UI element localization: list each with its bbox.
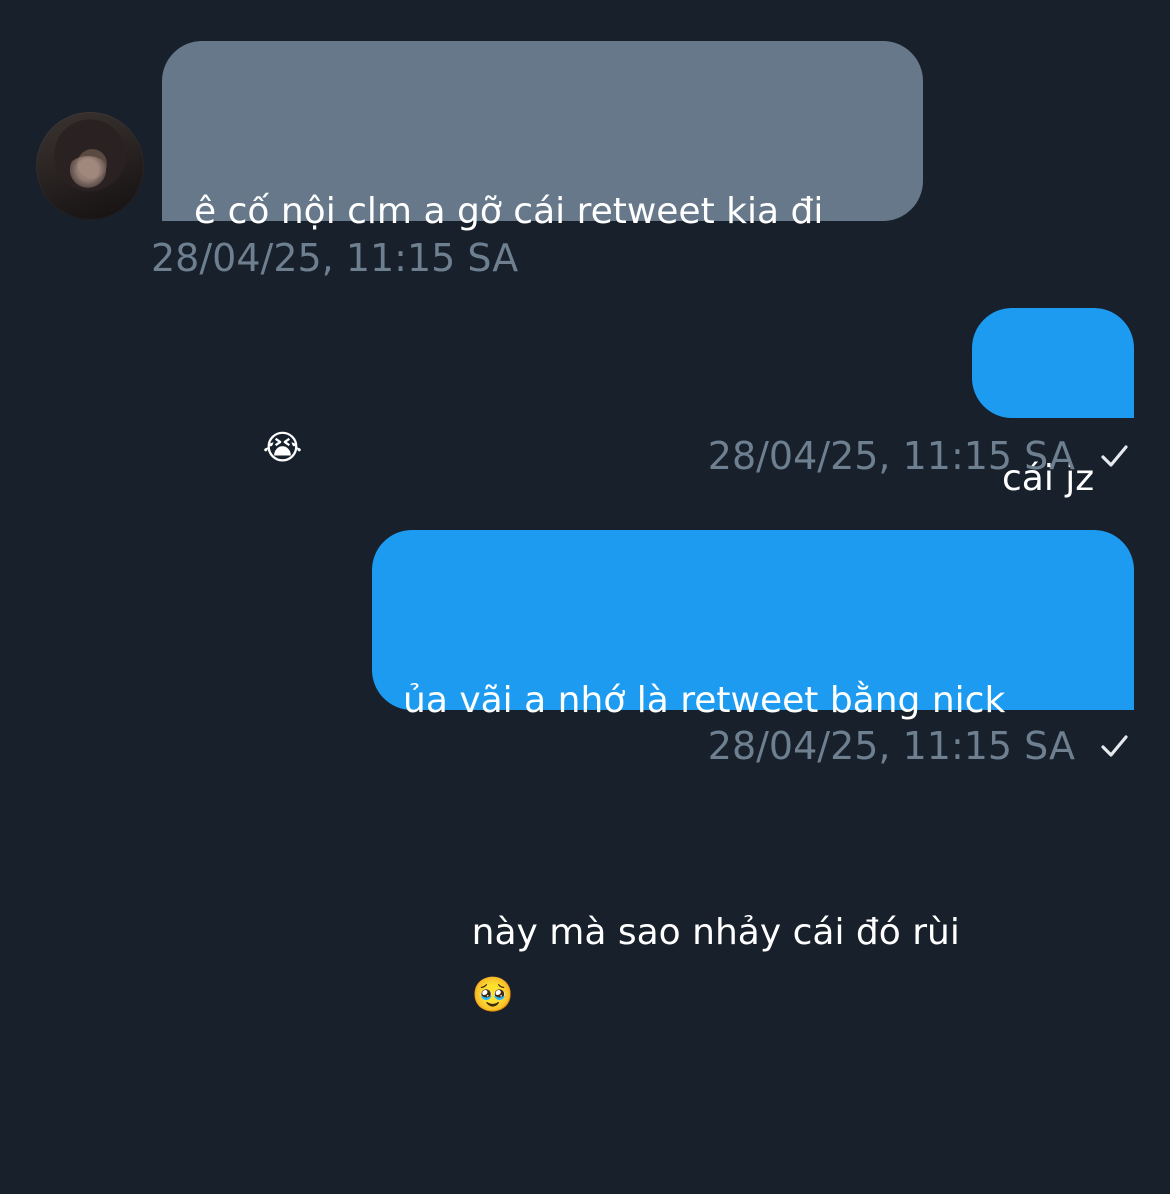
incoming-message-bubble[interactable]: ê cố nội clm a gỡ cái retweet kia đi 😭 xyxy=(162,41,923,465)
check-icon xyxy=(1101,445,1128,467)
pleading-face-icon: 🥹 xyxy=(471,975,515,1015)
message-text-line: này mà sao nhảy cái đó rùi xyxy=(471,912,960,953)
message-text-line: ủa vãi a nhớ là retweet bằng nick xyxy=(403,680,1006,721)
crying-face-icon: 😭 xyxy=(262,428,303,468)
message-timestamp: 28/04/25, 11:15 SA xyxy=(707,434,1075,478)
check-icon xyxy=(1101,735,1128,757)
message-timestamp: 28/04/25, 11:15 SA xyxy=(707,724,1075,768)
contact-avatar[interactable] xyxy=(36,112,144,220)
message-timestamp: 28/04/25, 11:15 SA xyxy=(151,236,519,280)
outgoing-message-bubble[interactable]: ủa vãi a nhớ là retweet bằng nick này mà… xyxy=(372,530,1134,1012)
message-text-line: ê cố nội clm a gỡ cái retweet kia đi xyxy=(194,191,824,232)
message-text-line-with-emoji: này mà sao nhảy cái đó rùi 🥹 xyxy=(403,846,1104,1078)
outgoing-message-bubble[interactable]: cái jz xyxy=(972,308,1134,499)
